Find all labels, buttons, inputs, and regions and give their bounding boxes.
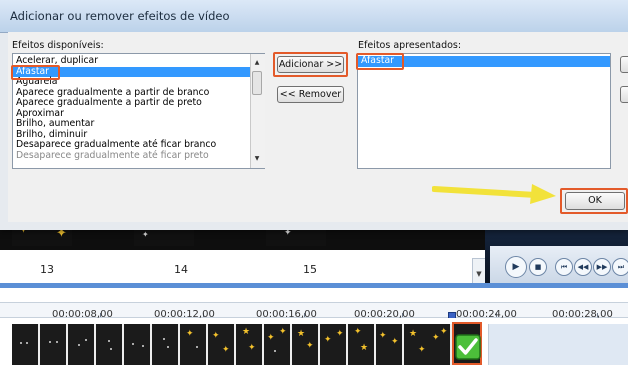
displayed-effects-list[interactable]: Afastar	[357, 53, 611, 169]
clip-frame[interactable]	[12, 324, 40, 365]
available-effects-label: Efeitos disponíveis:	[12, 40, 104, 51]
remove-button[interactable]: << Remover	[277, 86, 344, 103]
clip-frame[interactable]: ✦ ✦	[320, 324, 348, 365]
list-item[interactable]: Aparece gradualmente a partir de preto	[13, 97, 264, 109]
clip-frame[interactable]: ✦ ✦	[264, 324, 292, 365]
dialog-title: Adicionar ou remover efeitos de vídeo	[10, 9, 230, 23]
clip-frame[interactable]: ✦ ✦	[208, 324, 236, 365]
clip-frame[interactable]	[40, 324, 68, 365]
clip-frame[interactable]: ✦ ✦	[428, 324, 452, 365]
list-item[interactable]: Desaparece gradualmente até ficar branco	[13, 139, 264, 151]
clip-frame[interactable]: ✦ ✦	[376, 324, 404, 365]
selection-highlight	[11, 65, 60, 80]
check-icon	[455, 334, 481, 360]
storyboard-scroll-down[interactable]: ▼	[472, 258, 486, 284]
clip-frame[interactable]	[96, 324, 124, 365]
displayed-effects-label: Efeitos apresentados:	[358, 40, 462, 51]
previous-icon[interactable]: ⏮	[555, 258, 573, 276]
clip-frame[interactable]: ★ ✦	[292, 324, 320, 365]
next-icon[interactable]: ⏭	[612, 258, 628, 276]
clip-frame[interactable]	[152, 324, 180, 365]
arrow-right-icon	[432, 184, 556, 204]
track-empty-area	[488, 324, 628, 365]
list-item[interactable]: Brilho, aumentar	[13, 118, 264, 130]
list-item[interactable]: Desaparece gradualmente até ficar preto	[13, 150, 264, 162]
stop-icon[interactable]: ■	[529, 258, 547, 276]
thumb-number: 14	[174, 263, 188, 276]
move-up-button[interactable]	[620, 56, 628, 73]
clip-frame[interactable]	[124, 324, 152, 365]
clip-frame[interactable]	[68, 324, 96, 365]
scroll-down-icon[interactable]: ▼	[251, 155, 263, 162]
move-down-button[interactable]	[620, 86, 628, 103]
scroll-thumb[interactable]	[252, 71, 262, 95]
thumb-number: 13	[40, 263, 54, 276]
thumb-number: 15	[303, 263, 317, 276]
clip-frame[interactable]: ★ ✦	[236, 324, 264, 365]
panel-gap	[0, 288, 628, 302]
displayed-highlight	[356, 53, 404, 70]
rewind-icon[interactable]: ◀◀	[574, 258, 592, 276]
clip-frame[interactable]: ✦ ★	[348, 324, 376, 365]
play-icon[interactable]: ▶	[505, 256, 527, 278]
add-button[interactable]: Adicionar >>	[277, 56, 344, 73]
ok-button[interactable]: OK	[565, 192, 625, 210]
clip-frame[interactable]: ✦	[180, 324, 208, 365]
scroll-up-icon[interactable]: ▲	[251, 59, 263, 66]
storyboard-labels-pane	[0, 250, 485, 283]
forward-icon[interactable]: ▶▶	[593, 258, 611, 276]
